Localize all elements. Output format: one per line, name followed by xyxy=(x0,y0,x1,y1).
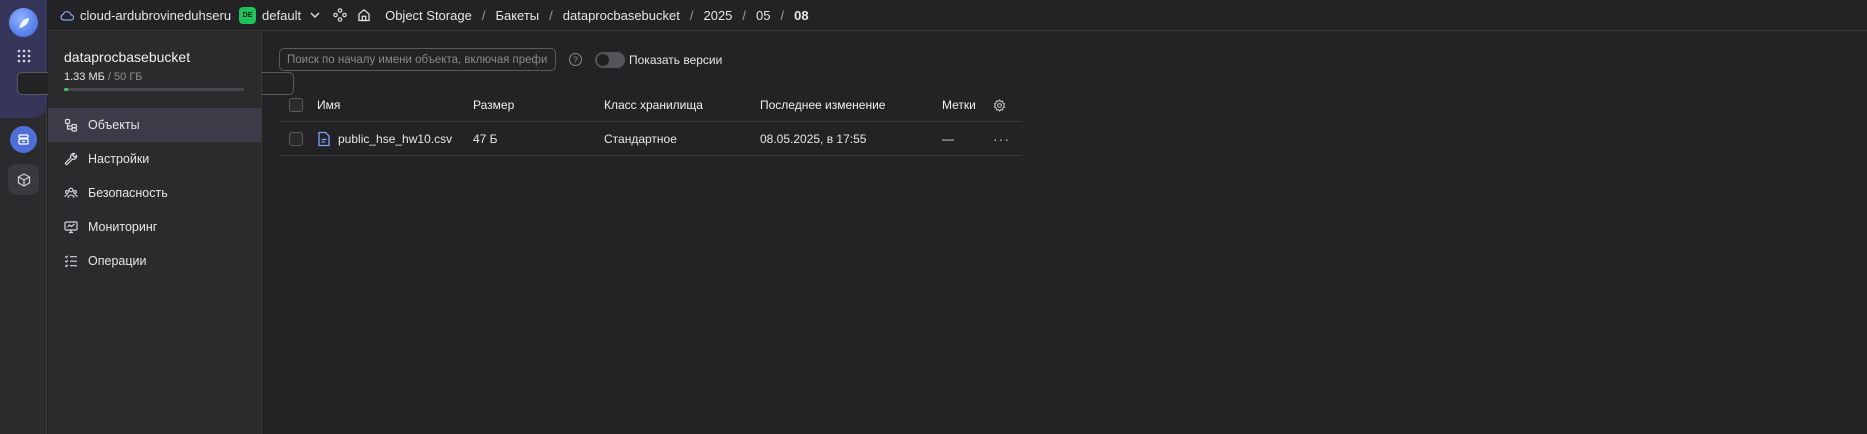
users-icon xyxy=(64,186,78,200)
sidebar-item-monitoring[interactable]: Мониторинг xyxy=(48,210,261,244)
breadcrumb-separator: / xyxy=(481,7,486,23)
folder-name[interactable]: default xyxy=(262,8,301,23)
objects-table: Имя Размер Класс хранилища Последнее изм… xyxy=(279,88,1022,156)
left-rail xyxy=(0,0,294,434)
storage-icon xyxy=(10,126,37,153)
sidebar-item-label: Настройки xyxy=(88,152,150,166)
sidebar-item-settings[interactable]: Настройки xyxy=(48,142,261,176)
bucket-name: dataprocbasebucket xyxy=(64,49,191,65)
object-storage-class: Стандартное xyxy=(604,132,677,146)
column-header-storage-class[interactable]: Класс хранилища xyxy=(604,88,703,122)
app-root: cloud-ardubrovineduhseru DE default Obje… xyxy=(0,0,1867,434)
object-storage-service-icon[interactable] xyxy=(8,124,39,155)
services-hub-icon[interactable] xyxy=(333,8,347,22)
sidebar-item-label: Операции xyxy=(88,254,147,268)
sidebar-item-label: Объекты xyxy=(88,118,140,132)
object-size: 47 Б xyxy=(473,132,498,146)
gear-icon[interactable] xyxy=(993,88,1006,122)
column-header-tags[interactable]: Метки xyxy=(942,88,976,122)
breadcrumb-object-storage[interactable]: Object Storage xyxy=(385,8,472,23)
more-actions-icon[interactable]: ··· xyxy=(993,122,1010,156)
breadcrumb-day: 08 xyxy=(794,7,809,23)
breadcrumb-separator: / xyxy=(549,7,553,23)
usage-progress-fill xyxy=(64,88,68,91)
breadcrumb-separator: / xyxy=(689,7,694,23)
monitor-icon xyxy=(64,220,78,234)
show-versions-toggle[interactable] xyxy=(595,52,625,68)
help-icon[interactable]: ? xyxy=(569,53,582,66)
toggle-knob xyxy=(597,54,609,66)
breadcrumb-month[interactable]: 05 xyxy=(756,8,770,23)
column-header-name[interactable]: Имя xyxy=(317,88,340,122)
table-header: Имя Размер Класс хранилища Последнее изм… xyxy=(279,88,1022,122)
breadcrumb-buckets[interactable]: Бакеты xyxy=(495,8,539,23)
object-name-cell[interactable]: public_hse_hw10.csv xyxy=(317,122,452,156)
usage-total: / 50 ГБ xyxy=(107,71,143,83)
breadcrumb-bucket[interactable]: dataprocbasebucket xyxy=(563,8,680,23)
object-tags: — xyxy=(942,132,954,146)
sidebar-item-operations[interactable]: Операции xyxy=(48,244,261,278)
cloud-icon xyxy=(60,10,74,21)
bucket-sidebar: dataprocbasebucket 1.33 МБ / 50 ГБ Объек… xyxy=(48,32,262,434)
search-input[interactable] xyxy=(279,48,556,71)
sidebar-nav: Объекты Настройки Безопасность Мониторин… xyxy=(48,108,261,278)
file-icon xyxy=(317,131,331,147)
sidebar-item-objects[interactable]: Объекты xyxy=(48,108,261,142)
column-header-modified[interactable]: Последнее изменение xyxy=(760,88,885,122)
sidebar-item-security[interactable]: Безопасность xyxy=(48,176,261,210)
row-checkbox[interactable] xyxy=(289,132,303,146)
main-content: ? Показать версии Имя Размер Класс храни… xyxy=(262,32,1867,434)
cloud-name[interactable]: cloud-ardubrovineduhseru xyxy=(80,8,231,23)
sidebar-item-label: Безопасность xyxy=(88,186,168,200)
list-icon xyxy=(64,254,78,268)
breadcrumb-separator: / xyxy=(742,7,747,23)
object-name: public_hse_hw10.csv xyxy=(338,132,453,146)
object-modified: 08.05.2025, в 17:55 xyxy=(760,132,867,146)
table-row[interactable]: public_hse_hw10.csv 47 Б Стандартное 08.… xyxy=(279,122,1022,156)
usage-used: 1.33 МБ xyxy=(64,71,105,83)
sidebar-item-label: Мониторинг xyxy=(88,220,158,234)
cube-icon[interactable] xyxy=(8,164,39,195)
show-versions-label: Показать версии xyxy=(629,53,723,67)
chevron-down-icon[interactable] xyxy=(310,12,320,18)
folder-badge: DE xyxy=(239,6,257,24)
cloud-logo-icon[interactable] xyxy=(9,8,38,37)
apps-grid-icon[interactable] xyxy=(8,40,39,71)
usage-progress-bar xyxy=(64,88,244,91)
top-bar: cloud-ardubrovineduhseru DE default Obje… xyxy=(48,0,1867,31)
wrench-icon xyxy=(64,152,78,166)
home-icon[interactable] xyxy=(357,8,371,22)
objects-icon xyxy=(64,118,78,132)
column-header-size[interactable]: Размер xyxy=(473,88,514,122)
bucket-usage: 1.33 МБ / 50 ГБ xyxy=(64,71,143,83)
select-all-checkbox[interactable] xyxy=(289,98,303,112)
breadcrumb-year[interactable]: 2025 xyxy=(703,8,732,23)
breadcrumb-separator: / xyxy=(780,7,785,23)
